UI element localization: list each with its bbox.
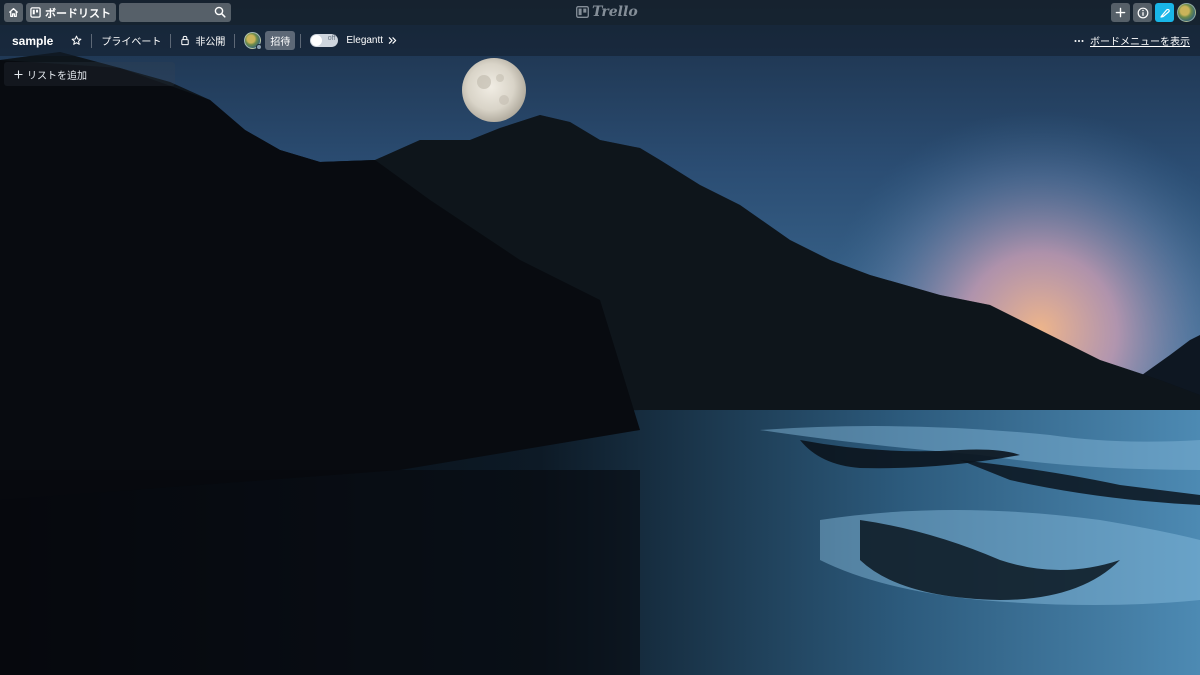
star-button[interactable]	[67, 31, 86, 51]
plus-icon	[1115, 7, 1126, 18]
privacy-button[interactable]: 非公開	[176, 31, 229, 51]
double-chevron-right-icon	[388, 37, 397, 44]
boards-button[interactable]: ボードリスト	[26, 3, 116, 22]
elegantt-toggle-button[interactable]: off Elegantt	[306, 31, 401, 51]
divider	[91, 33, 93, 48]
more-horizontal-icon	[1074, 39, 1084, 42]
divider	[300, 33, 302, 48]
team-visibility-label: プライベート	[101, 37, 162, 48]
search-icon[interactable]	[214, 6, 226, 18]
admin-badge	[256, 44, 263, 50]
info-button[interactable]	[1133, 3, 1152, 22]
toggle-knob	[311, 35, 323, 46]
show-menu-label: ボードメニューを表示	[1090, 37, 1190, 48]
lock-icon	[181, 35, 190, 46]
elegantt-label: Elegantt	[346, 35, 384, 46]
plus-icon	[14, 69, 23, 79]
header-right-tools	[1111, 3, 1196, 22]
create-button[interactable]	[1111, 3, 1130, 22]
board-icon	[30, 7, 41, 18]
show-menu-button[interactable]: ボードメニューを表示	[1074, 25, 1190, 56]
notifications-button[interactable]	[1155, 3, 1174, 22]
trello-logo[interactable]: Trello	[576, 4, 638, 20]
divider	[170, 33, 172, 48]
elegantt-toggle[interactable]: off	[310, 34, 339, 47]
add-list-label: リストを追加	[27, 70, 87, 82]
board-title[interactable]: sample	[12, 34, 53, 48]
add-list-button[interactable]: リストを追加	[4, 62, 175, 86]
board-background-image	[0, 0, 1200, 675]
user-avatar[interactable]	[1177, 3, 1196, 22]
bell-icon	[1159, 8, 1170, 18]
invite-button[interactable]: 招待	[265, 31, 296, 50]
divider	[234, 33, 236, 48]
logo-text: Trello	[592, 4, 638, 20]
home-icon	[8, 8, 19, 17]
privacy-label: 非公開	[195, 37, 226, 48]
top-header: ボードリスト Trello	[0, 0, 1200, 25]
board-header: sample プライベート 非公開 招待 off Elegantt ボードメニュ…	[0, 25, 1200, 56]
search-box[interactable]	[119, 3, 231, 23]
boards-button-label: ボードリスト	[45, 7, 111, 20]
toggle-state: off	[327, 35, 336, 42]
star-icon	[71, 35, 82, 45]
home-button[interactable]	[4, 3, 23, 22]
member-avatar[interactable]	[244, 32, 263, 50]
team-visibility-button[interactable]: プライベート	[97, 31, 165, 51]
trello-logo-icon	[576, 6, 589, 18]
info-icon	[1137, 7, 1148, 18]
